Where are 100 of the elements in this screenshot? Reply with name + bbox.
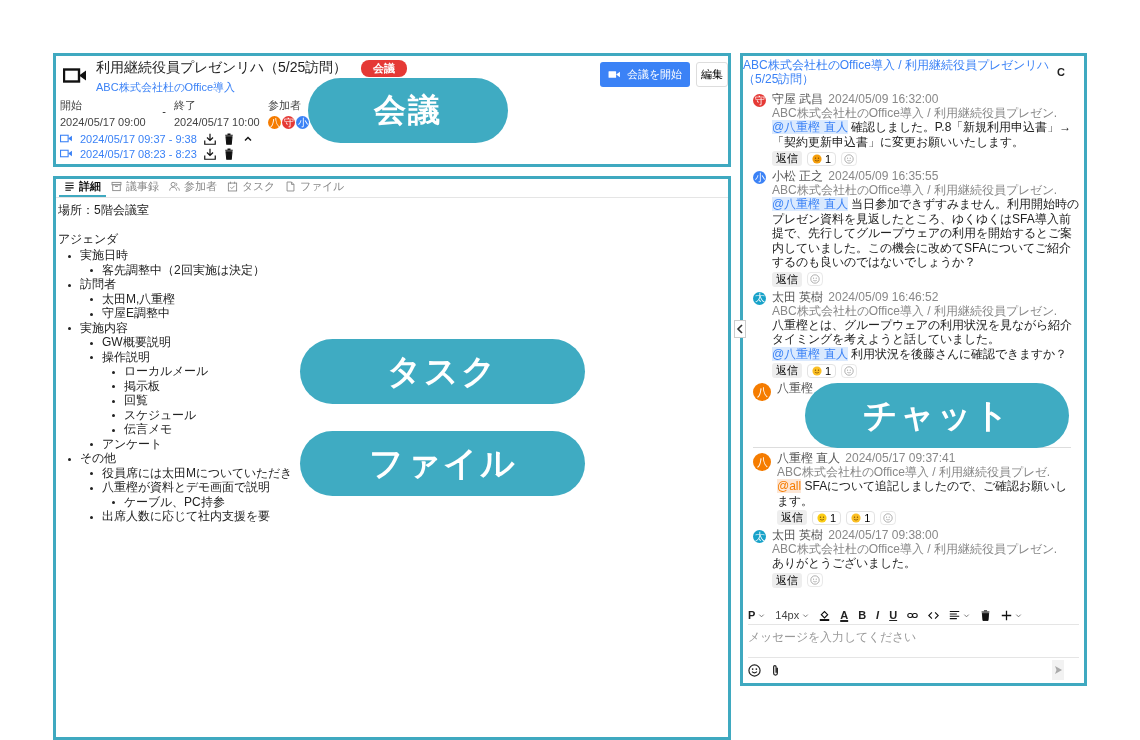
toolbar-button[interactable]: A <box>840 609 849 621</box>
collapse-handle-icon[interactable] <box>734 320 746 338</box>
message-time: 2024/05/09 16:32:00 <box>828 92 939 106</box>
author-name: 八重樫 <box>777 381 813 395</box>
align-left-icon[interactable] <box>949 609 961 621</box>
tab[interactable]: 詳細 <box>59 179 106 197</box>
tab[interactable]: タスク <box>222 179 280 197</box>
start-meeting-button[interactable]: 会議を開始 <box>600 62 690 87</box>
toolbar-button[interactable]: I <box>876 609 880 621</box>
message-context: ABC株式会社杜のOffice導入 / 利用継続役員プレゼン. <box>772 106 1058 120</box>
end-time: 2024/05/17 10:00 <box>174 116 261 128</box>
start-time: 2024/05/17 09:00 <box>60 116 147 128</box>
agenda-item: スケジュール <box>124 407 196 422</box>
reaction-button[interactable]: 1 <box>807 151 837 166</box>
recording-link[interactable]: 2024/05/17 09:37 - 9:38 <box>80 132 197 145</box>
user-avatar: 太 <box>753 530 766 543</box>
recording-link[interactable]: 2024/05/17 08:23 - 8:23 <box>80 147 197 160</box>
smiley-icon <box>851 512 862 523</box>
download-icon[interactable] <box>203 147 216 160</box>
end-label: 終了 <box>174 98 197 113</box>
range-separator: - <box>162 105 166 117</box>
video-camera-icon <box>608 70 621 79</box>
smiley-icon <box>812 365 822 376</box>
trash-icon[interactable] <box>222 147 235 160</box>
callout-label: 会議 <box>308 78 508 143</box>
list-icon <box>64 181 75 192</box>
author-name: 小松 正之 <box>772 169 824 183</box>
reply-button[interactable]: 返信 <box>777 510 807 525</box>
reply-button[interactable]: 返信 <box>772 271 802 287</box>
tab[interactable]: 議事録 <box>106 179 164 197</box>
reply-button[interactable]: 返信 <box>772 572 802 588</box>
tab[interactable]: ファイル <box>280 179 349 197</box>
message-context: ABC株式会社杜のOffice導入 / 利用継続役員プレゼン. <box>772 542 1058 556</box>
author-name: 守屋 武昌 <box>772 92 824 106</box>
category-badge: 会議 <box>361 59 408 77</box>
participant-avatar: 小 <box>296 116 309 129</box>
agenda-item: ケーブル、PC持参 <box>124 494 225 509</box>
agenda-item: 掲示板 <box>124 378 160 393</box>
agenda-item: 八重樫が資料とデモ画面で説明 <box>102 480 270 494</box>
reaction-button[interactable]: 1 <box>807 363 837 378</box>
trash-icon[interactable] <box>980 609 992 621</box>
meeting-title: 利用継続役員プレゼンリハ（5/25訪問） <box>96 59 348 77</box>
trash-icon[interactable] <box>222 132 235 145</box>
download-icon[interactable] <box>203 132 216 145</box>
breadcrumb-link[interactable]: ABC株式会社杜のOffice導入 / 利用継続役員プレゼンリハ（5/25訪問） <box>743 58 1058 86</box>
agenda-item: 太田M,八重樫 <box>102 291 176 306</box>
agenda-heading: アジェンダ <box>58 231 119 248</box>
reaction-button[interactable]: 1 <box>812 510 842 525</box>
archive-box-icon <box>111 181 122 192</box>
agenda-item: ローカルメール <box>124 364 208 378</box>
plus-icon[interactable] <box>1001 609 1013 621</box>
user-avatar: 小 <box>753 171 766 184</box>
participants-label: 参加者 <box>268 98 302 113</box>
message-time: 2024/05/09 16:35:55 <box>828 169 939 183</box>
tab[interactable]: 参加者 <box>164 179 222 197</box>
video-camera-icon <box>63 67 87 84</box>
agenda-item: 客先調整中（2回実施は決定） <box>102 262 265 277</box>
toolbar-button[interactable]: U <box>889 609 898 621</box>
agenda-item: 訪問者 <box>80 277 116 291</box>
reaction-button[interactable]: 1 <box>846 510 876 525</box>
video-camera-icon <box>60 149 73 158</box>
message-text: @八重樫 直人 当日参加できずすみません。利用開始時のプレゼン資料を見返したところ、ゆくゆくはSFA導入前提で、先行してグループウェアの利用を開始するとご案内していました。この機会に改めてSFAについてご紹介するのも良いのではないでしょうか？ <box>772 197 1079 270</box>
toolbar-button[interactable]: 14px <box>775 609 800 621</box>
message-time: 2024/05/17 09:38:00 <box>828 528 939 542</box>
account-link[interactable]: ABC株式会社杜のOffice導入 <box>96 81 236 93</box>
refresh-button[interactable]: C <box>1057 66 1065 78</box>
toolbar-button[interactable]: B <box>858 609 867 621</box>
video-camera-icon <box>60 134 73 143</box>
start-label: 開始 <box>60 98 83 113</box>
file-icon <box>285 181 296 192</box>
agenda-item: GW概要説明 <box>102 335 171 349</box>
participant-avatar: 守 <box>282 116 295 129</box>
reply-button[interactable]: 返信 <box>772 151 802 166</box>
agenda-item: 操作説明 <box>102 349 150 364</box>
user-avatar: 八 <box>753 383 771 401</box>
fill-color-icon[interactable] <box>819 609 831 621</box>
toolbar-button[interactable]: P <box>748 609 756 621</box>
edit-button[interactable]: 編集 <box>696 62 728 87</box>
message-text: @all SFAについて追記しましたので、ご確認お願いします。 <box>777 479 1069 508</box>
emoji-icon[interactable] <box>748 663 761 677</box>
callout-label: ファイル <box>300 431 585 496</box>
dropdown-caret-icon[interactable] <box>1015 611 1023 619</box>
message-text: @八重樫 直人 利用状況を後藤さんに確認できますか？ <box>772 346 1068 361</box>
author-name: 太田 英樹 <box>772 528 824 542</box>
message-time: 2024/05/09 16:46:52 <box>828 289 939 304</box>
reply-button[interactable]: 返信 <box>772 363 802 378</box>
code-icon[interactable] <box>928 609 940 621</box>
callout-label: タスク <box>300 339 585 404</box>
agenda-item: アンケート <box>102 436 162 451</box>
message-text: 八重樫とは、グループウェアの利用状況を見ながら紹介タイミングを考えようと話していました。 <box>772 317 1073 347</box>
location-text: 場所：5階会議室 <box>58 202 150 219</box>
smiley-icon <box>812 153 822 164</box>
user-avatar: 守 <box>753 94 766 107</box>
agenda-item: 出席人数に応じて社内支援を要 <box>102 509 270 523</box>
author-name: 八重樫 直人 <box>777 451 841 465</box>
agenda-item: 回覧 <box>124 393 148 407</box>
user-avatar: 八 <box>753 453 771 471</box>
smiley-icon <box>817 512 827 523</box>
agenda-item: 実施内容 <box>80 320 128 335</box>
agenda-item: 伝言メモ <box>124 422 172 436</box>
